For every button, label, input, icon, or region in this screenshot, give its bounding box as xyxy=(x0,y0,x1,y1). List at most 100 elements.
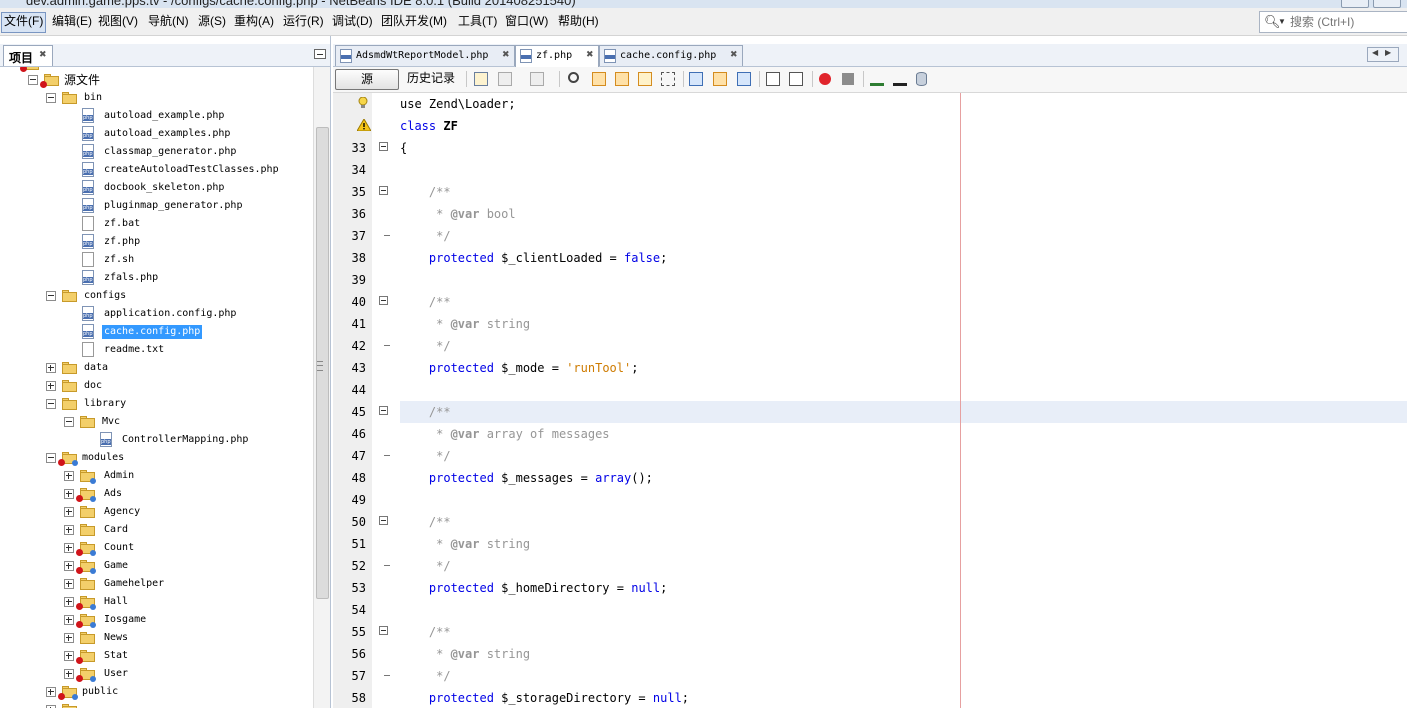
menu-help[interactable]: 帮助(H) xyxy=(556,12,601,31)
menu-window[interactable]: 窗口(W) xyxy=(503,12,550,31)
shift-left-icon[interactable] xyxy=(766,72,780,86)
code-line[interactable]: protected $_messages = array(); xyxy=(400,467,653,489)
code-line[interactable]: */ xyxy=(400,665,450,687)
code-line[interactable]: /** xyxy=(400,511,451,533)
database-icon[interactable] xyxy=(916,72,927,86)
chevron-down-icon[interactable]: ▼ xyxy=(1278,17,1286,26)
fold-toggle[interactable] xyxy=(379,406,388,415)
tab-projects[interactable]: 项目 ✖ xyxy=(3,45,53,66)
find-previous-icon[interactable] xyxy=(592,72,606,86)
stop-macro-icon[interactable] xyxy=(842,73,854,85)
toggle-highlight-icon[interactable] xyxy=(638,72,652,86)
expand-toggle[interactable] xyxy=(64,633,74,643)
menu-tools[interactable]: 工具(T) xyxy=(456,12,499,31)
history-view-button[interactable]: 历史记录 xyxy=(402,69,460,88)
find-icon[interactable] xyxy=(568,72,579,83)
menu-run[interactable]: 运行(R) xyxy=(281,12,326,31)
code-line[interactable]: */ xyxy=(400,445,450,467)
next-bookmark-icon[interactable] xyxy=(713,72,727,86)
code-line[interactable]: class ZF xyxy=(400,115,458,137)
menu-file[interactable]: 文件(F) xyxy=(1,12,47,33)
collapse-toggle[interactable] xyxy=(64,417,74,427)
expand-toggle[interactable] xyxy=(64,525,74,535)
code-line[interactable]: protected $_homeDirectory = null; xyxy=(400,577,667,599)
menu-edit[interactable]: 编辑(E) xyxy=(50,12,94,31)
toggle-bookmark-icon[interactable] xyxy=(737,72,751,86)
menu-team[interactable]: 团队开发(M) xyxy=(379,12,449,31)
code-area[interactable]: use Zend\Loader; class ZF { /** * @var boo… xyxy=(400,93,1407,708)
collapse-toggle[interactable] xyxy=(46,399,56,409)
prev-bookmark-icon[interactable] xyxy=(689,72,703,86)
code-line[interactable]: */ xyxy=(400,335,450,357)
code-line[interactable]: protected $_clientLoaded = false; xyxy=(400,247,667,269)
close-icon[interactable]: ✖ xyxy=(730,49,738,60)
select-rect-icon[interactable] xyxy=(661,72,675,86)
code-line[interactable]: protected $_mode = 'runTool'; xyxy=(400,357,639,379)
expand-toggle[interactable] xyxy=(64,669,74,679)
collapse-toggle[interactable] xyxy=(46,93,56,103)
minimize-button[interactable] xyxy=(1341,0,1369,8)
expand-toggle[interactable] xyxy=(64,543,74,553)
code-line[interactable]: protected $_storageDirectory = null; xyxy=(400,687,689,708)
menu-refactor[interactable]: 重构(A) xyxy=(232,12,276,31)
maximize-button[interactable] xyxy=(1373,0,1401,8)
code-line[interactable]: * @var array of messages xyxy=(400,423,609,445)
project-tree-scrollbar[interactable] xyxy=(313,67,330,708)
close-icon[interactable]: ✖ xyxy=(586,49,594,60)
close-icon[interactable]: ✖ xyxy=(39,49,47,60)
forward-icon[interactable] xyxy=(530,72,544,86)
tab-cache-config[interactable]: cache.config.php ✖ xyxy=(599,45,743,66)
code-line[interactable]: * @var bool xyxy=(400,203,516,225)
find-next-icon[interactable] xyxy=(615,72,629,86)
collapse-toggle[interactable] xyxy=(46,453,56,463)
fold-toggle[interactable] xyxy=(379,626,388,635)
expand-toggle[interactable] xyxy=(64,489,74,499)
uncomment-icon[interactable] xyxy=(893,72,907,86)
expand-toggle[interactable] xyxy=(64,615,74,625)
code-line[interactable]: { xyxy=(400,137,407,159)
scroll-left-icon[interactable]: ◀ xyxy=(1372,48,1378,57)
back-icon[interactable] xyxy=(498,72,512,86)
scroll-right-icon[interactable]: ▶ xyxy=(1385,48,1391,57)
tab-zf-php[interactable]: zf.php ✖ xyxy=(515,45,599,67)
expand-toggle[interactable] xyxy=(64,651,74,661)
expand-toggle[interactable] xyxy=(64,579,74,589)
comment-icon[interactable] xyxy=(870,72,884,86)
collapse-toggle[interactable] xyxy=(28,75,38,85)
expand-toggle[interactable] xyxy=(64,471,74,481)
code-line[interactable]: */ xyxy=(400,555,450,577)
code-line[interactable]: * @var string xyxy=(400,643,530,665)
fold-toggle[interactable] xyxy=(379,186,388,195)
expand-toggle[interactable] xyxy=(46,687,56,697)
menu-debug[interactable]: 调试(D) xyxy=(330,12,375,31)
splitter-grip-icon[interactable] xyxy=(317,361,323,371)
minimize-panel-button[interactable] xyxy=(314,49,326,59)
shift-right-icon[interactable] xyxy=(789,72,803,86)
fold-toggle[interactable] xyxy=(379,516,388,525)
code-line[interactable]: * @var string xyxy=(400,533,530,555)
code-line[interactable]: * @var string xyxy=(400,313,530,335)
code-line[interactable]: /** xyxy=(400,621,451,643)
search-input[interactable] xyxy=(1288,13,1407,31)
last-edit-icon[interactable] xyxy=(474,72,488,86)
fold-toggle[interactable] xyxy=(379,142,388,151)
tab-adsmdwtreportmodel[interactable]: AdsmdWtReportModel.php ✖ xyxy=(335,45,515,66)
code-line[interactable]: /** xyxy=(400,291,451,313)
menu-source[interactable]: 源(S) xyxy=(196,12,228,31)
code-line[interactable]: /** xyxy=(400,181,451,203)
record-macro-icon[interactable] xyxy=(819,73,831,85)
collapse-toggle[interactable] xyxy=(46,291,56,301)
tab-scroll-buttons[interactable]: ◀ ▶ xyxy=(1367,47,1399,62)
menu-view[interactable]: 视图(V) xyxy=(96,12,140,31)
expand-toggle[interactable] xyxy=(64,597,74,607)
code-line[interactable]: use Zend\Loader; xyxy=(400,93,516,115)
fold-toggle[interactable] xyxy=(379,296,388,305)
menu-navigate[interactable]: 导航(N) xyxy=(146,12,191,31)
code-line[interactable]: */ xyxy=(400,225,450,247)
code-line[interactable]: /** xyxy=(400,401,451,423)
expand-toggle[interactable] xyxy=(64,507,74,517)
expand-toggle[interactable] xyxy=(64,561,74,571)
search-box[interactable]: 🔍︎ ▼ xyxy=(1259,11,1407,33)
expand-toggle[interactable] xyxy=(46,363,56,373)
source-view-button[interactable]: 源 xyxy=(335,69,399,90)
